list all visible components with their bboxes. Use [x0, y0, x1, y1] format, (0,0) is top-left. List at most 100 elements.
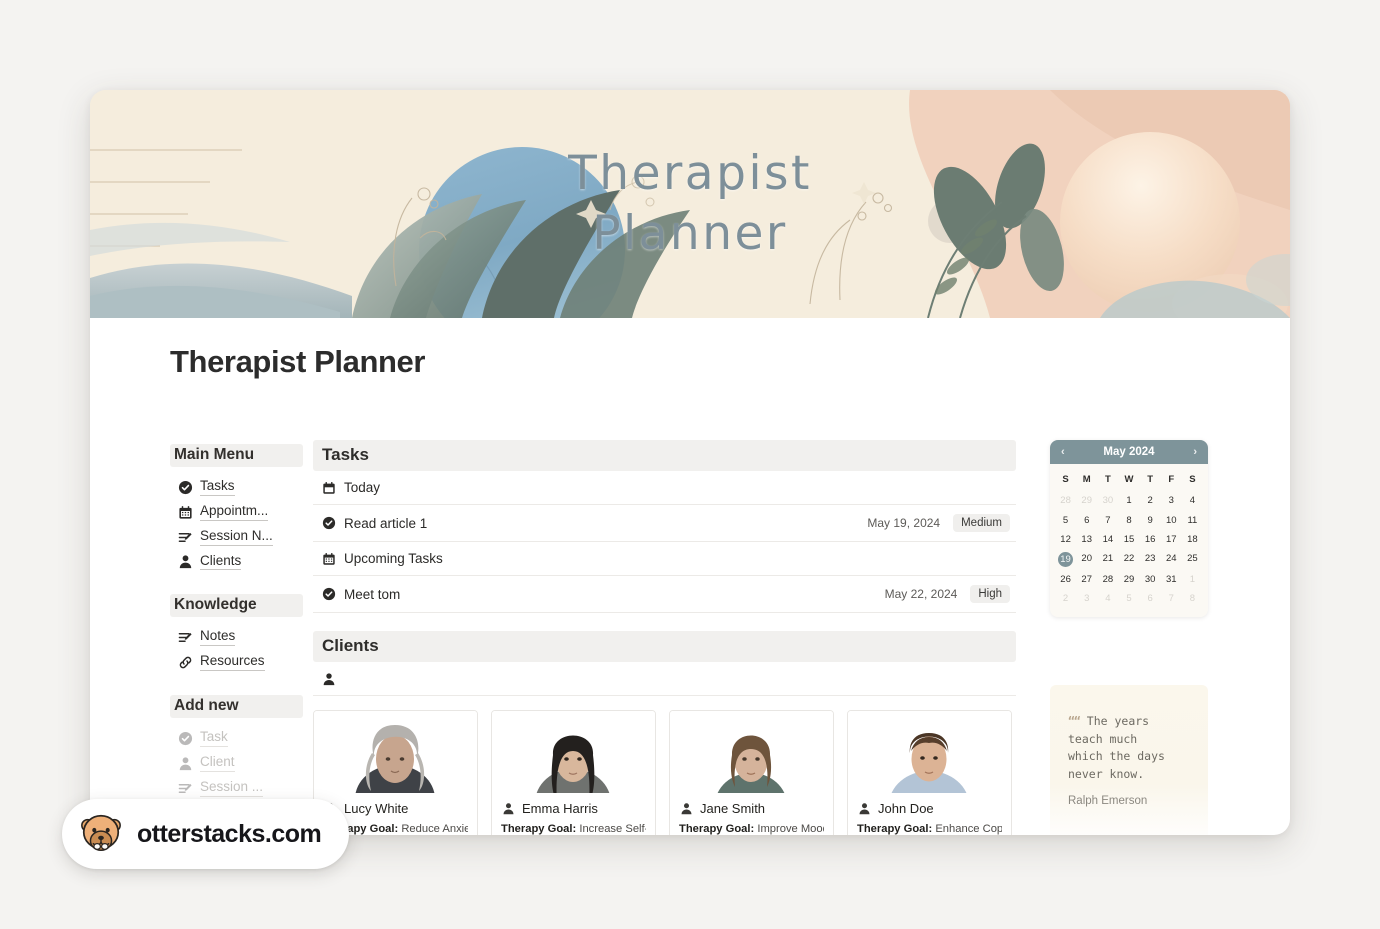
- clients-section: Clients Lucy White Therapy Goal: Reduce …: [313, 631, 1016, 835]
- calendar-day[interactable]: 6: [1076, 511, 1097, 530]
- client-goal-value: Reduce Anxiety: [401, 823, 468, 835]
- person-icon: [321, 671, 336, 686]
- calendar-day[interactable]: 28: [1055, 491, 1076, 510]
- nav-group-title: Knowledge: [170, 594, 303, 618]
- sidebar-item-label: Client: [200, 754, 235, 772]
- calendar-day[interactable]: 7: [1097, 511, 1118, 530]
- client-name: Lucy White: [344, 801, 409, 816]
- sidebar-item-label: Resources: [200, 653, 265, 672]
- check-circle-icon: [178, 731, 193, 746]
- calendar-icon: [321, 480, 336, 495]
- client-name-row: Lucy White: [323, 801, 468, 816]
- calendar-day[interactable]: 29: [1076, 491, 1097, 510]
- link-icon: [178, 655, 193, 670]
- calendar-dow: W: [1124, 474, 1134, 485]
- check-circle-icon[interactable]: [321, 587, 336, 602]
- client-cards-row: Lucy White Therapy Goal: Reduce Anxiety …: [313, 710, 1016, 835]
- client-card[interactable]: John Doe Therapy Goal: Enhance Coping Sk…: [847, 710, 1012, 835]
- calendar-dow: M: [1082, 474, 1091, 485]
- calendar-dow: S: [1189, 474, 1196, 485]
- calendar-dow: S: [1062, 474, 1069, 485]
- calendar-day[interactable]: 30: [1097, 491, 1118, 510]
- calendar-day-headers: S M T W T F S: [1055, 470, 1203, 491]
- client-goal: Therapy Goal: Enhance Coping Sk: [857, 823, 1002, 835]
- calendar-day[interactable]: 25: [1182, 549, 1203, 570]
- person-icon: [857, 801, 872, 816]
- calendar-day-selected[interactable]: 19: [1055, 549, 1076, 570]
- calendar-day[interactable]: 28: [1097, 570, 1118, 589]
- sidebar-item-label: Session ...: [200, 779, 264, 797]
- notes-icon: [178, 630, 193, 645]
- person-icon: [501, 801, 516, 816]
- check-circle-icon[interactable]: [321, 516, 336, 531]
- client-info: Emma Harris Therapy Goal: Increase Self-…: [492, 793, 655, 835]
- watermark-text: otterstacks.com: [137, 819, 322, 848]
- sidebar-item-label: Session N...: [200, 528, 273, 546]
- task-row[interactable]: Meet tom May 22, 2024 High: [313, 576, 1016, 613]
- calendar-day[interactable]: 12: [1055, 530, 1076, 549]
- calendar-day[interactable]: 1: [1118, 491, 1139, 510]
- calendar-day[interactable]: 23: [1140, 549, 1161, 570]
- sidebar-item-add-task[interactable]: Task: [170, 726, 303, 751]
- sidebar-item-notes[interactable]: Notes: [170, 625, 303, 650]
- calendar-next-button[interactable]: ›: [1190, 446, 1200, 458]
- calendar-day[interactable]: 14: [1097, 530, 1118, 549]
- calendar-day[interactable]: 16: [1140, 530, 1161, 549]
- calendar-day[interactable]: 13: [1076, 530, 1097, 549]
- quote-mark-icon: ““: [1068, 713, 1081, 728]
- page-title: Therapist Planner: [170, 344, 426, 379]
- sidebar-item-label: Clients: [200, 553, 242, 571]
- sidebar-item-resources[interactable]: Resources: [170, 650, 303, 675]
- task-group-upcoming[interactable]: Upcoming Tasks: [313, 542, 1016, 576]
- sidebar-item-add-session[interactable]: Session ...: [170, 776, 303, 801]
- task-row[interactable]: Read article 1 May 19, 2024 Medium: [313, 505, 1016, 542]
- calendar-day[interactable]: 30: [1140, 570, 1161, 589]
- client-info: John Doe Therapy Goal: Enhance Coping Sk…: [848, 793, 1011, 835]
- client-group-row[interactable]: [313, 662, 1016, 696]
- client-card[interactable]: Emma Harris Therapy Goal: Increase Self-…: [491, 710, 656, 835]
- calendar-day[interactable]: 24: [1161, 549, 1182, 570]
- calendar-icon: [178, 505, 193, 520]
- client-goal-label: Therapy Goal:: [857, 823, 933, 835]
- calendar-day[interactable]: 26: [1055, 570, 1076, 589]
- calendar-day[interactable]: 9: [1140, 511, 1161, 530]
- calendar-icon: [321, 551, 336, 566]
- calendar-prev-button[interactable]: ‹: [1058, 446, 1068, 458]
- calendar-day[interactable]: 11: [1182, 511, 1203, 530]
- client-name: John Doe: [878, 801, 934, 816]
- quote-card: ““ The years teach much which the days n…: [1050, 684, 1208, 835]
- client-photo: [848, 711, 1011, 793]
- client-card[interactable]: Jane Smith Therapy Goal: Improve Mood La…: [669, 710, 834, 835]
- calendar-day[interactable]: 10: [1161, 511, 1182, 530]
- calendar-day[interactable]: 5: [1055, 511, 1076, 530]
- watermark-badge[interactable]: otterstacks.com: [62, 799, 350, 869]
- task-group-label: Today: [344, 480, 381, 495]
- task-title: Read article 1: [344, 515, 428, 531]
- sidebar-item-clients[interactable]: Clients: [170, 550, 303, 575]
- calendar-day[interactable]: 31: [1161, 570, 1182, 589]
- calendar-day[interactable]: 2: [1140, 491, 1161, 510]
- sidebar-item-appointments[interactable]: Appointm...: [170, 500, 303, 525]
- calendar-day[interactable]: 17: [1161, 530, 1182, 549]
- calendar-day[interactable]: 15: [1118, 530, 1139, 549]
- calendar-day[interactable]: 4: [1182, 491, 1203, 510]
- sidebar-item-add-client[interactable]: Client: [170, 751, 303, 776]
- client-photo: [314, 711, 477, 793]
- calendar-day[interactable]: 18: [1182, 530, 1203, 549]
- calendar-day[interactable]: 29: [1118, 570, 1139, 589]
- sidebar-item-session-notes[interactable]: Session N...: [170, 525, 303, 550]
- tasks-heading: Tasks: [313, 440, 1016, 471]
- task-priority-badge: High: [970, 585, 1010, 603]
- task-group-today[interactable]: Today: [313, 471, 1016, 505]
- calendar-day[interactable]: 8: [1118, 511, 1139, 530]
- calendar-day[interactable]: 27: [1076, 570, 1097, 589]
- calendar-fade-overlay: [1050, 602, 1208, 617]
- calendar-day[interactable]: 1: [1182, 570, 1203, 589]
- app-window: Therapist Planner Therapist Planner Main…: [90, 90, 1290, 835]
- calendar-day[interactable]: 3: [1161, 491, 1182, 510]
- sidebar-item-tasks[interactable]: Tasks: [170, 475, 303, 500]
- calendar-day[interactable]: 21: [1097, 549, 1118, 570]
- calendar-day[interactable]: 20: [1076, 549, 1097, 570]
- client-name-row: Jane Smith: [679, 801, 824, 816]
- calendar-day[interactable]: 22: [1118, 549, 1139, 570]
